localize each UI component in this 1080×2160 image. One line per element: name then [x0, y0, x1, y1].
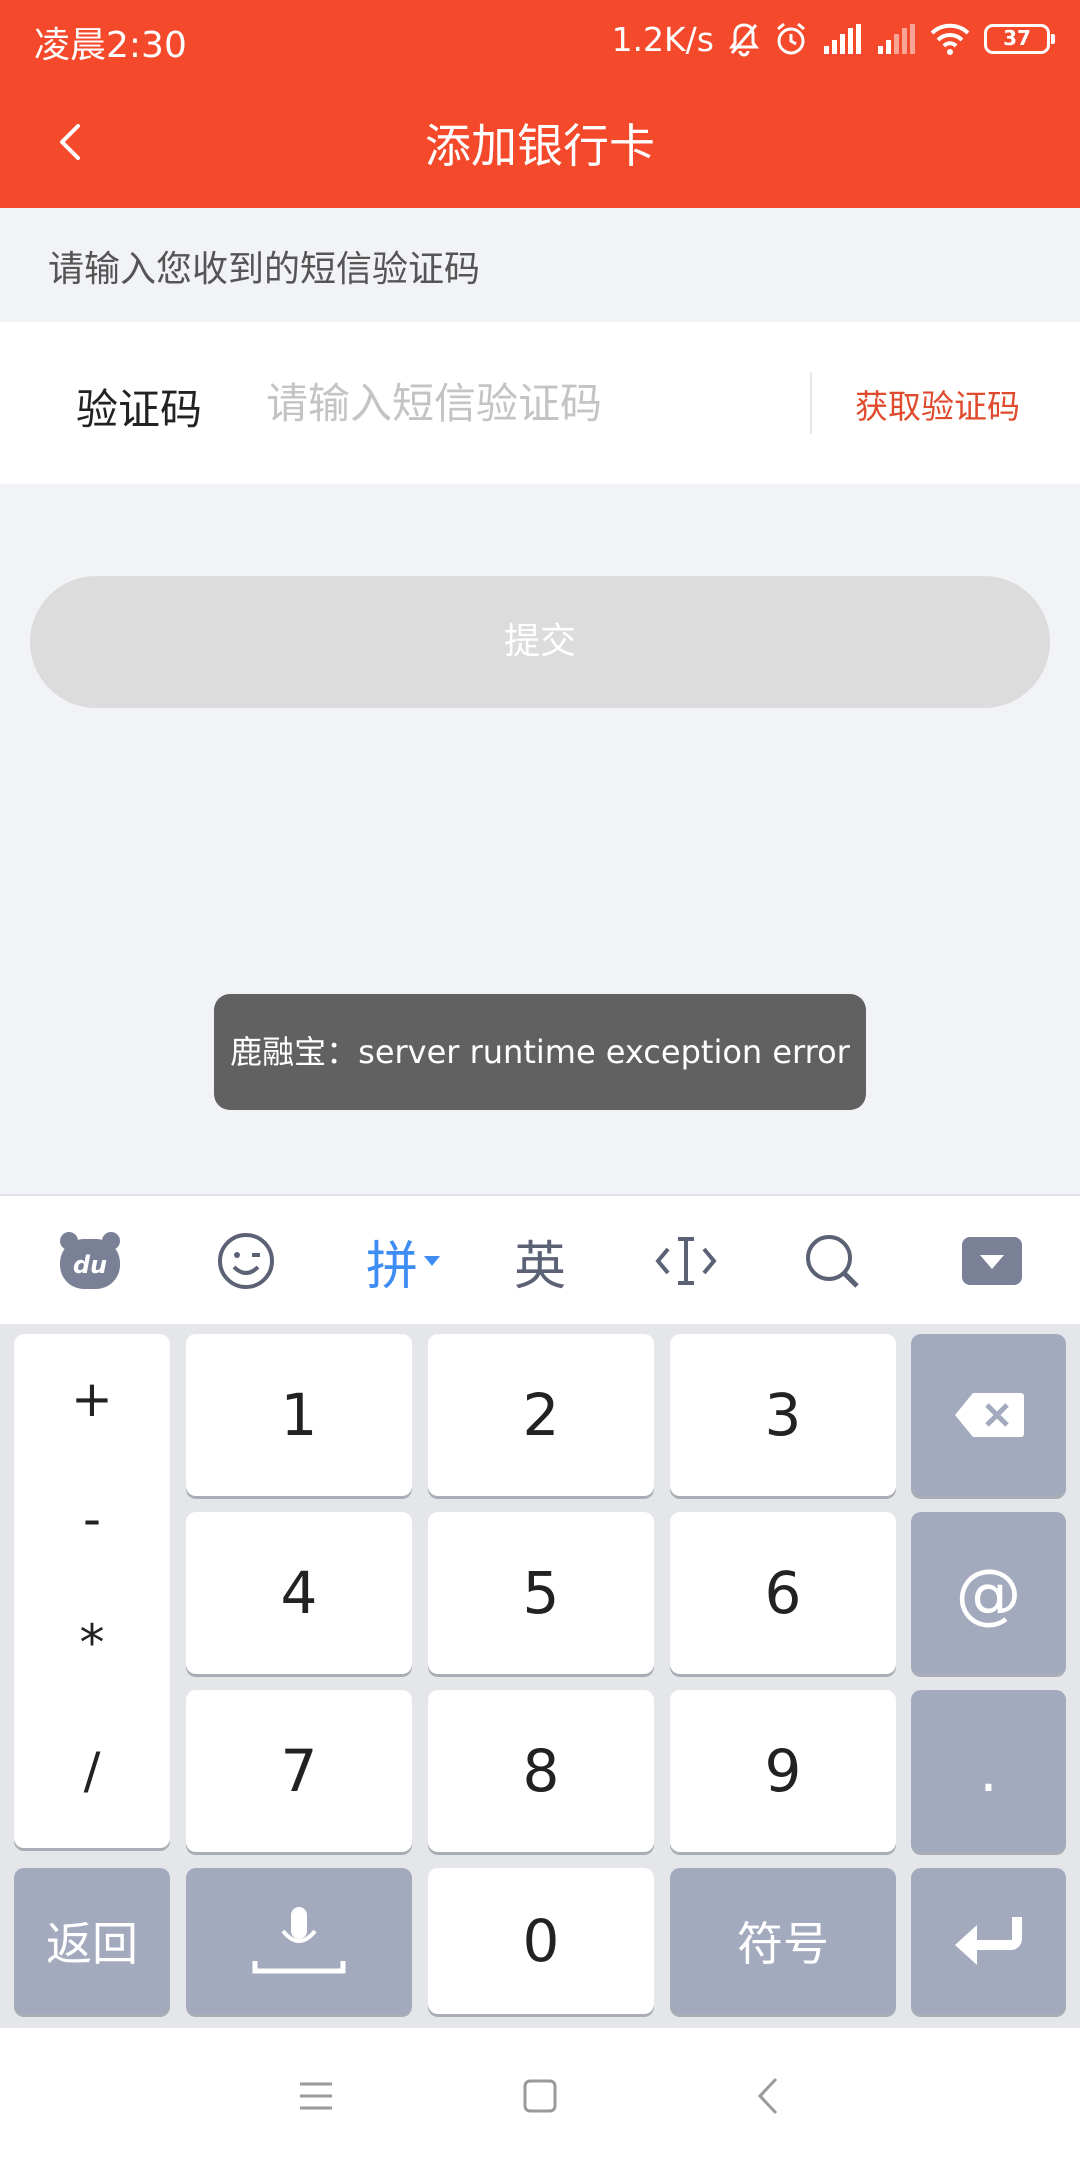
key-1[interactable]: 1: [186, 1334, 412, 1496]
english-toggle[interactable]: 英: [500, 1196, 580, 1326]
enter-key[interactable]: [911, 1868, 1066, 2014]
svg-text:du: du: [73, 1251, 107, 1279]
status-time: 凌晨2:30: [34, 25, 187, 66]
search-icon[interactable]: [792, 1196, 872, 1326]
battery-icon: 37: [984, 24, 1055, 54]
delete-key[interactable]: [911, 1334, 1066, 1496]
symbol-column: + - * /: [14, 1334, 170, 1848]
home-icon[interactable]: [508, 2064, 572, 2128]
asterisk-key[interactable]: *: [14, 1614, 170, 1672]
at-key[interactable]: @: [911, 1512, 1066, 1674]
status-icons: 1.2K/s 37: [611, 14, 1055, 64]
key-0[interactable]: 0: [428, 1868, 654, 2014]
nav-header: 添加银行卡: [0, 80, 1080, 208]
english-label: 英: [513, 1236, 566, 1297]
minus-key[interactable]: -: [14, 1490, 170, 1548]
submit-button[interactable]: 提交: [30, 576, 1050, 708]
page-title: 添加银行卡: [425, 119, 655, 173]
backspace-icon: [954, 1393, 1024, 1437]
plus-key[interactable]: +: [14, 1370, 170, 1428]
enter-arrow-icon: [954, 1917, 1022, 1965]
hide-keyboard-icon[interactable]: [952, 1196, 1032, 1326]
voice-key[interactable]: [186, 1868, 412, 2014]
key-9[interactable]: 9: [670, 1690, 896, 1852]
back-key[interactable]: 返回: [14, 1868, 170, 2014]
du-logo-icon[interactable]: du: [50, 1196, 130, 1326]
toast-message: 鹿融宝：server runtime exception error: [214, 994, 866, 1110]
signal-icon-1: [822, 24, 862, 54]
key-3[interactable]: 3: [670, 1334, 896, 1496]
nav-back-icon[interactable]: [736, 2064, 800, 2128]
verification-code-row: 验证码 获取验证码: [0, 322, 1080, 484]
bell-muted-icon: [728, 21, 760, 57]
get-code-button[interactable]: 获取验证码: [855, 380, 1020, 428]
code-input[interactable]: [266, 366, 796, 440]
key-4[interactable]: 4: [186, 1512, 412, 1674]
sms-hint-text: 请输入您收到的短信验证码: [48, 249, 481, 290]
symbols-key[interactable]: 符号: [670, 1868, 896, 2014]
dot-key[interactable]: .: [911, 1690, 1066, 1852]
status-bar: 凌晨2:30 1.2K/s 37: [0, 0, 1080, 80]
slash-key[interactable]: /: [14, 1742, 170, 1800]
key-2[interactable]: 2: [428, 1334, 654, 1496]
pinyin-label: 拼: [365, 1236, 418, 1297]
menu-icon[interactable]: [284, 2064, 348, 2128]
keyboard: du 拼 英 + - * / 1 2 3 4 5 6 @ 7 8 9 . 返回 …: [0, 1194, 1080, 2028]
signal-icon-2: [876, 24, 916, 54]
caret-down-icon: [424, 1256, 440, 1266]
key-7[interactable]: 7: [186, 1690, 412, 1852]
pinyin-toggle[interactable]: 拼: [354, 1196, 454, 1326]
top-bar: 凌晨2:30 1.2K/s 37 添加银行卡: [0, 0, 1080, 208]
emoji-icon[interactable]: [206, 1196, 286, 1326]
keyboard-toolbar: du 拼 英: [0, 1194, 1080, 1324]
system-nav-bar: [0, 2028, 1080, 2160]
alarm-icon: [774, 21, 808, 57]
code-label: 验证码: [76, 385, 203, 434]
key-5[interactable]: 5: [428, 1512, 654, 1674]
key-8[interactable]: 8: [428, 1690, 654, 1852]
key-6[interactable]: 6: [670, 1512, 896, 1674]
wifi-icon: [930, 23, 970, 55]
network-speed: 1.2K/s: [611, 19, 714, 59]
row-divider: [810, 372, 812, 434]
microphone-icon: [252, 1907, 346, 1974]
cursor-move-icon[interactable]: [646, 1196, 726, 1326]
